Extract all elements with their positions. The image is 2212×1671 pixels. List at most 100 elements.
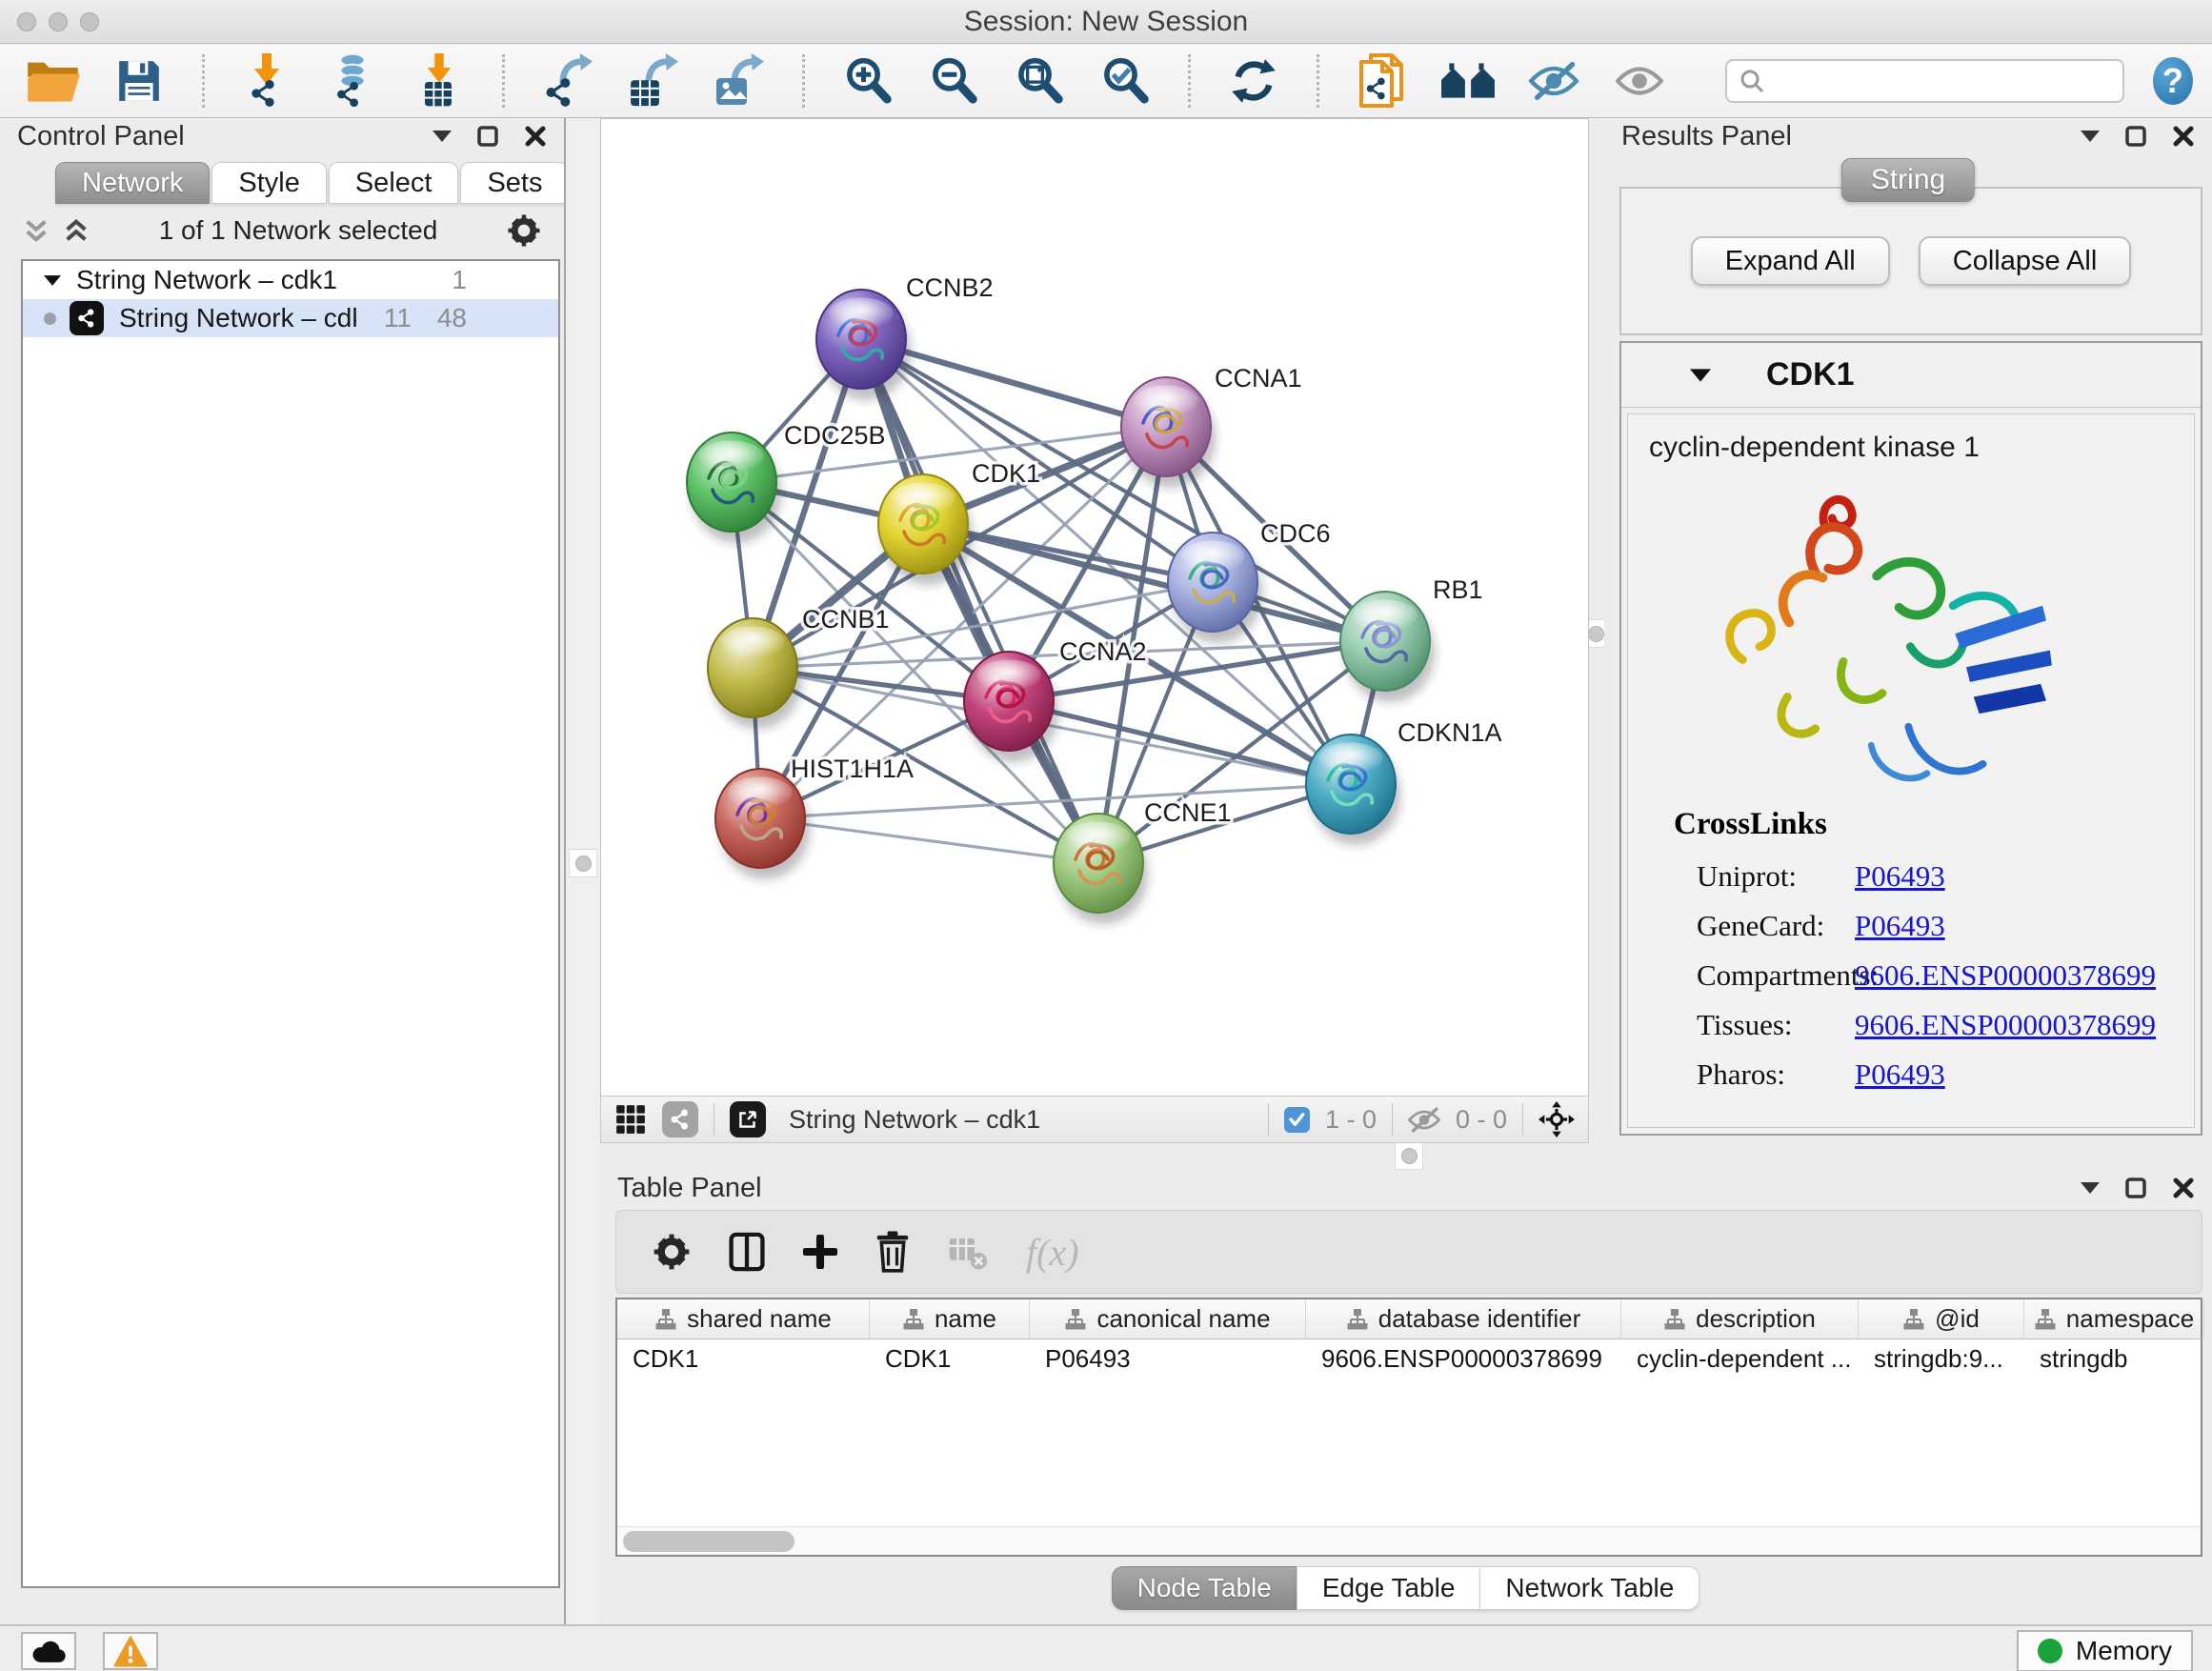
network-edges[interactable] — [732, 339, 1385, 863]
node-CDKN1A[interactable]: CDKN1A — [1306, 718, 1502, 845]
node-CDK1[interactable]: CDK1 — [878, 459, 1040, 585]
column-header-database-identifier[interactable]: database identifier — [1306, 1299, 1621, 1339]
node-CCNB2[interactable]: CCNB2 — [816, 273, 994, 400]
network-options-gear-button[interactable] — [507, 213, 541, 248]
table-cell: cyclin-dependent ... — [1621, 1339, 1859, 1378]
network-canvas-svg[interactable]: CCNB2CCNA1CDC25BCDK1CDC6RB1CCNB1CCNA2CDK… — [601, 119, 1588, 1095]
collapse-all-button[interactable]: Collapse All — [1919, 236, 2132, 286]
results-controls: Expand All Collapse All — [1619, 187, 2202, 335]
scrollbar-thumb[interactable] — [623, 1531, 794, 1552]
node-RB1[interactable]: RB1 — [1340, 575, 1483, 702]
tab-edge-table[interactable]: Edge Table — [1297, 1566, 1481, 1610]
right-splitter[interactable] — [1589, 118, 1604, 1143]
tab-node-table[interactable]: Node Table — [1112, 1566, 1297, 1610]
node-CDC6[interactable]: CDC6 — [1168, 519, 1331, 643]
protein-section: CDK1 cyclin-dependent kinase 1 — [1619, 341, 2202, 1136]
help-button[interactable]: ? — [2153, 57, 2193, 105]
automation-cloud-button[interactable] — [21, 1632, 76, 1670]
panel-menu-button[interactable] — [2081, 1182, 2100, 1194]
bottom-splitter[interactable] — [600, 1143, 2212, 1170]
table-horizontal-scrollbar[interactable] — [617, 1526, 2201, 1555]
edge-CCNB2-CCNE1[interactable] — [861, 339, 1098, 863]
panel-float-button[interactable] — [2124, 1177, 2147, 1199]
collapse-all-tree-button[interactable] — [23, 217, 50, 244]
panel-float-button[interactable] — [476, 125, 499, 148]
left-splitter[interactable] — [564, 118, 600, 1624]
column-header-@id[interactable]: @id — [1859, 1299, 2024, 1339]
left-splitter-handle[interactable] — [569, 849, 597, 877]
export-table-button[interactable] — [625, 52, 682, 110]
open-session-button[interactable] — [25, 52, 82, 110]
column-header-namespace[interactable]: namespace — [2024, 1299, 2204, 1339]
column-header-description[interactable]: description — [1621, 1299, 1859, 1339]
bottom-splitter-handle[interactable] — [1395, 1141, 1423, 1170]
clone-network-button[interactable] — [1354, 52, 1411, 110]
network-canvas[interactable]: CCNB2CCNA1CDC25BCDK1CDC6RB1CCNB1CCNA2CDK… — [600, 118, 1589, 1096]
collection-expander-icon[interactable] — [44, 275, 61, 286]
zoom-fit-button[interactable] — [1011, 52, 1068, 110]
edge-CCNA2-CDKN1A[interactable] — [1009, 701, 1351, 784]
column-header-shared-name[interactable]: shared name — [617, 1299, 870, 1339]
panel-menu-button[interactable] — [432, 131, 452, 142]
show-columns-button[interactable] — [729, 1232, 765, 1272]
import-database-button[interactable] — [325, 52, 382, 110]
network-collection-row[interactable]: String Network – cdk1 1 — [23, 261, 558, 299]
delete-column-button[interactable] — [875, 1231, 910, 1273]
expand-all-button[interactable]: Expand All — [1691, 236, 1890, 286]
table-row[interactable]: CDK1CDK1P064939606.ENSP00000378699cyclin… — [617, 1339, 2201, 1378]
import-table-button[interactable] — [411, 52, 468, 110]
crosslink-value-link[interactable]: P06493 — [1855, 1057, 1945, 1092]
node-CCNB1[interactable]: CCNB1 — [708, 605, 890, 729]
refresh-view-button[interactable] — [1225, 52, 1282, 110]
delete-table-button-disabled — [948, 1232, 988, 1272]
export-image-button[interactable] — [711, 52, 768, 110]
column-header-canonical-name[interactable]: canonical name — [1030, 1299, 1306, 1339]
zoom-in-button[interactable] — [839, 52, 896, 110]
tab-select[interactable]: Select — [329, 162, 459, 204]
crosslink-value-link[interactable]: 9606.ENSP00000378699 — [1855, 958, 2156, 993]
save-session-button[interactable] — [111, 52, 168, 110]
tab-string[interactable]: String — [1841, 158, 1975, 202]
show-hidden-button[interactable] — [1611, 52, 1668, 110]
warnings-button[interactable] — [103, 1632, 158, 1670]
memory-status-button[interactable]: Memory — [2017, 1630, 2193, 1671]
panel-float-button[interactable] — [2124, 125, 2147, 148]
crosslink-value-link[interactable]: P06493 — [1855, 859, 1945, 894]
table-options-gear-button[interactable] — [653, 1233, 691, 1271]
protein-section-header[interactable]: CDK1 — [1621, 343, 2201, 408]
panel-close-button[interactable] — [524, 125, 547, 148]
hide-selected-button[interactable] — [1525, 52, 1582, 110]
crosslink-row: GeneCard:P06493 — [1674, 901, 2194, 951]
memory-label: Memory — [2076, 1636, 2172, 1666]
selected-checkbox-icon[interactable] — [1284, 1107, 1310, 1133]
detach-view-button[interactable] — [730, 1101, 766, 1137]
crosslink-value-link[interactable]: P06493 — [1855, 909, 1945, 943]
hidden-eye-icon[interactable] — [1408, 1107, 1440, 1133]
network-row-selected[interactable]: String Network – cdk1 11 48 — [23, 299, 558, 337]
panel-close-button[interactable] — [2172, 125, 2195, 148]
edge-HIST1H1A-CCNE1[interactable] — [760, 818, 1098, 863]
panel-menu-button[interactable] — [2081, 131, 2100, 142]
node-CCNE1[interactable]: CCNE1 — [1054, 798, 1232, 924]
panel-close-button[interactable] — [2172, 1177, 2195, 1199]
expand-all-tree-button[interactable] — [63, 217, 90, 244]
network-overview-button[interactable] — [1439, 52, 1497, 110]
export-network-button[interactable] — [539, 52, 596, 110]
zoom-selected-button[interactable] — [1096, 52, 1154, 110]
tab-sets[interactable]: Sets — [460, 162, 569, 204]
import-network-button[interactable] — [239, 52, 296, 110]
cloud-icon — [30, 1638, 67, 1664]
tab-style[interactable]: Style — [211, 162, 326, 204]
add-column-button[interactable] — [803, 1235, 837, 1269]
search-input[interactable] — [1773, 66, 2111, 97]
tab-network-table[interactable]: Network Table — [1479, 1566, 1699, 1610]
table-cell: CDK1 — [617, 1339, 870, 1378]
birdseye-crosshair-button[interactable] — [1538, 1101, 1575, 1137]
column-header-name[interactable]: name — [870, 1299, 1030, 1339]
section-expander-icon[interactable] — [1690, 369, 1711, 382]
tab-network[interactable]: Network — [55, 162, 210, 204]
zoom-out-button[interactable] — [925, 52, 982, 110]
node-HIST1H1A[interactable]: HIST1H1A — [715, 755, 914, 879]
crosslink-value-link[interactable]: 9606.ENSP00000378699 — [1855, 1008, 2156, 1042]
grid-view-button[interactable] — [614, 1103, 647, 1136]
